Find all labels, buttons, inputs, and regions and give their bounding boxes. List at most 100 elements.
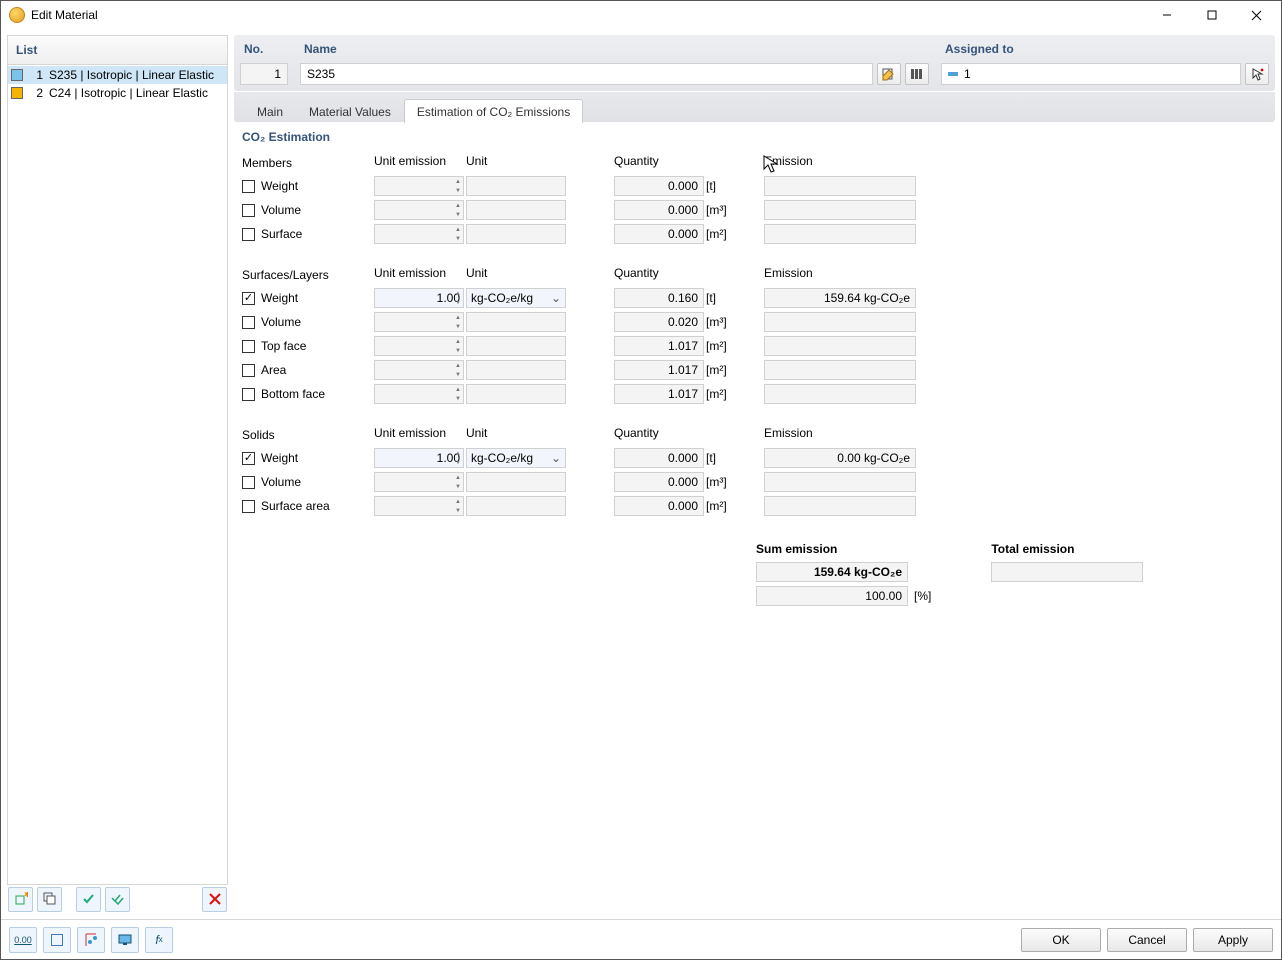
assigned-field[interactable]: 1 (941, 63, 1241, 85)
row-checkbox[interactable] (242, 452, 255, 465)
quantity-unit: [m²] (706, 227, 730, 241)
titlebar: Edit Material (1, 1, 1281, 29)
display-button[interactable] (111, 927, 139, 953)
material-index: 1 (29, 68, 43, 82)
row-label: Top face (242, 339, 372, 353)
unit-dropdown[interactable]: kg-CO₂e/kg⌄ (466, 288, 566, 308)
col-quantity: Quantity (614, 266, 704, 284)
unit-emission-input: ▲▼ (374, 312, 464, 332)
name-input[interactable] (300, 63, 873, 85)
pick-assigned-button[interactable] (1245, 63, 1269, 85)
header-band: No. 1 Name Assigned to 1 (234, 35, 1275, 91)
row-checkbox[interactable] (242, 340, 255, 353)
col-quantity: Quantity (614, 426, 704, 444)
tab[interactable]: Material Values (296, 99, 404, 123)
edit-name-button[interactable] (877, 63, 901, 85)
row-checkbox[interactable] (242, 228, 255, 241)
model-button[interactable] (77, 927, 105, 953)
delete-item-button[interactable] (202, 887, 227, 912)
row-label: Volume (242, 203, 372, 217)
col-unit: Unit (466, 266, 566, 284)
quantity-unit: [t] (706, 451, 730, 465)
quantity-value: 1.017 (614, 384, 704, 404)
row-checkbox[interactable] (242, 500, 255, 513)
unit-emission-input: ▲▼ (374, 176, 464, 196)
quantity-unit: [m²] (706, 499, 730, 513)
assigned-label: Assigned to (941, 35, 1269, 63)
col-emission: Emission (764, 426, 916, 444)
row-checkbox[interactable] (242, 316, 255, 329)
sum-emission-pct-unit: [%] (914, 589, 931, 603)
col-unit: Unit (466, 154, 566, 172)
units-button[interactable]: 0.00 (9, 927, 37, 953)
emission-value (764, 472, 916, 492)
unit-dropdown[interactable]: kg-CO₂e/kg⌄ (466, 448, 566, 468)
emission-value (764, 336, 916, 356)
list-item[interactable]: 1S235 | Isotropic | Linear Elastic (8, 66, 227, 84)
spinner: ▲▼ (453, 361, 463, 379)
no-field[interactable]: 1 (240, 63, 288, 85)
row-label: Surface area (242, 499, 372, 513)
list-item[interactable]: 2C24 | Isotropic | Linear Elastic (8, 84, 227, 102)
sum-emission-pct: 100.00 (756, 586, 908, 606)
unit-dropdown (466, 312, 566, 332)
col-emission: Emission (764, 266, 916, 284)
check-item-button[interactable] (76, 887, 101, 912)
emission-value: 0.00 kg-CO₂e (764, 448, 916, 468)
group-name: Solids (242, 428, 372, 442)
library-button[interactable] (905, 63, 929, 85)
color-button[interactable] (43, 927, 71, 953)
chevron-down-icon: ⌄ (551, 291, 561, 305)
spinner[interactable]: ▲▼ (453, 289, 463, 307)
unit-dropdown (466, 496, 566, 516)
tab[interactable]: Estimation of CO₂ Emissions (404, 99, 583, 123)
quantity-value: 0.000 (614, 200, 704, 220)
spinner[interactable]: ▲▼ (453, 449, 463, 467)
function-button[interactable]: fx (145, 927, 173, 953)
unit-emission-input: ▲▼ (374, 496, 464, 516)
row-checkbox[interactable] (242, 364, 255, 377)
col-unit-emission: Unit emission (374, 426, 464, 444)
quantity-value: 0.020 (614, 312, 704, 332)
sum-emission-value: 159.64 kg-CO₂e (756, 562, 908, 582)
maximize-button[interactable] (1189, 1, 1234, 29)
quantity-unit: [t] (706, 179, 730, 193)
row-checkbox[interactable] (242, 292, 255, 305)
unit-dropdown (466, 472, 566, 492)
sum-emission-label: Sum emission (756, 542, 931, 556)
list-header: List (7, 35, 228, 65)
quantity-unit: [m²] (706, 339, 730, 353)
row-label: Weight (242, 291, 372, 305)
unit-dropdown (466, 336, 566, 356)
quantity-unit: [m³] (706, 315, 730, 329)
material-swatch (11, 69, 23, 81)
total-emission-value (991, 562, 1143, 582)
row-checkbox[interactable] (242, 476, 255, 489)
row-checkbox[interactable] (242, 204, 255, 217)
cancel-button[interactable]: Cancel (1107, 928, 1187, 952)
close-button[interactable] (1234, 1, 1279, 29)
tab[interactable]: Main (244, 99, 296, 123)
copy-item-button[interactable] (37, 887, 62, 912)
new-item-button[interactable]: ✱ (8, 887, 33, 912)
material-swatch (11, 87, 23, 99)
unit-emission-input[interactable]: 1.00▲▼ (374, 448, 464, 468)
quantity-value: 1.017 (614, 336, 704, 356)
check-all-button[interactable] (105, 887, 130, 912)
row-checkbox[interactable] (242, 180, 255, 193)
ok-button[interactable]: OK (1021, 928, 1101, 952)
emission-value (764, 312, 916, 332)
row-label: Surface (242, 227, 372, 241)
quantity-value: 0.160 (614, 288, 704, 308)
emission-value (764, 496, 916, 516)
spinner: ▲▼ (453, 201, 463, 219)
unit-emission-input[interactable]: 1.00▲▼ (374, 288, 464, 308)
row-label: Bottom face (242, 387, 372, 401)
emission-value (764, 360, 916, 380)
minimize-button[interactable] (1144, 1, 1189, 29)
surface-icon (948, 72, 958, 76)
row-label: Volume (242, 315, 372, 329)
apply-button[interactable]: Apply (1193, 928, 1273, 952)
row-checkbox[interactable] (242, 388, 255, 401)
panel-title: CO₂ Estimation (242, 130, 1267, 144)
